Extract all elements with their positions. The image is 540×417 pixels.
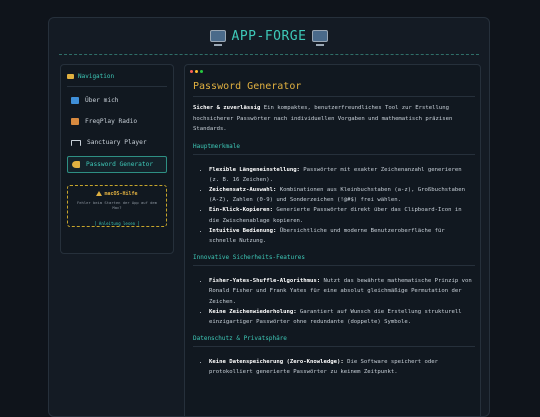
sidebar-item-sanctuary-player[interactable]: Sanctuary Player [67,135,167,150]
key-icon [72,161,80,168]
list-item: Intuitive Bedienung: Übersichtliche und … [209,226,475,246]
minimize-dot[interactable] [195,70,198,73]
sidebar-item-freqplay-radio[interactable]: FreqPlay Radio [67,114,167,129]
info-icon [71,97,79,104]
list-item-term: Flexible Längeneinstellung: [209,166,300,173]
sidebar-item-label: Sanctuary Player [87,139,147,146]
help-text: Fehler beim Starten der App auf dem Mac? [76,200,157,210]
monitor-icon [209,30,226,46]
intro-paragraph: Sicher & zuverlässig Ein kompaktes, benu… [193,103,475,135]
sidebar-heading-label: Navigation [78,73,115,80]
app-title: APP-FORGE [231,28,307,44]
divider [193,96,475,97]
app-header: APP-FORGE [59,18,479,55]
help-title: macOS-Hilfe [73,191,161,197]
sidebar-item-ueber-mich[interactable]: Über mich [67,93,167,108]
list-item: Fisher-Yates-Shuffle-Algorithmus: Nutzt … [209,276,475,307]
section-heading-privacy: Datenschutz & Privatsphäre [193,335,475,348]
feature-list-security: Fisher-Yates-Shuffle-Algorithmus: Nutzt … [193,276,475,327]
window-controls [190,70,203,73]
content-panel: Password Generator Sicher & zuverlässig … [184,64,481,416]
monitor-icon [312,30,329,46]
list-item-term: Ein-Klick-Kopieren: [209,207,273,214]
list-item: Ein-Klick-Kopieren: Generierte Passwörte… [209,205,475,225]
sidebar-item-password-generator[interactable]: Password Generator [67,156,167,173]
help-title-text: macOS-Hilfe [104,191,138,197]
section-heading-security: Innovative Sicherheits-Features [193,254,475,267]
list-item: Zeichensatz-Auswahl: Kombinationen aus K… [209,185,475,205]
app-window: APP-FORGE Navigation Über mich FreqPlay … [48,17,490,417]
list-item-term: Keine Zeichenwiederholung: [209,308,297,315]
maximize-dot[interactable] [200,70,203,73]
radio-icon [71,118,79,125]
list-item-term: Fisher-Yates-Shuffle-Algorithmus: [209,278,321,285]
list-item: Keine Datenspeicherung (Zero-Knowledge):… [209,357,475,377]
sidebar-item-label: Password Generator [86,161,154,168]
macos-help-box: macOS-Hilfe Fehler beim Starten der App … [67,185,167,227]
feature-list-privacy: Keine Datenspeicherung (Zero-Knowledge):… [193,357,475,377]
list-item-term: Intuitive Bedienung: [209,227,277,234]
folder-icon [67,74,74,79]
feature-list-main: Flexible Längeneinstellung: Passwörter m… [193,165,475,247]
close-dot[interactable] [190,70,193,73]
page-title: Password Generator [193,81,302,92]
sidebar-item-label: Über mich [85,97,119,104]
section-heading-main: Hauptmerkmale [193,143,475,155]
list-item-term: Keine Datenspeicherung (Zero-Knowledge): [209,359,344,366]
list-item-term: Zeichensatz-Auswahl: [209,186,277,193]
help-link[interactable]: [ Anleitung lesen ] [94,221,140,226]
document: Password Generator Sicher & zuverlässig … [193,81,475,386]
intro-lead: Sicher & zuverlässig [193,105,261,111]
headphones-icon [71,139,81,146]
list-item: Keine Zeichenwiederholung: Garantiert au… [209,307,475,327]
sidebar: Navigation Über mich FreqPlay Radio Sanc… [60,64,174,254]
sidebar-item-label: FreqPlay Radio [85,118,138,125]
warning-icon [96,191,103,196]
list-item: Flexible Längeneinstellung: Passwörter m… [209,165,475,185]
sidebar-heading: Navigation [67,71,167,87]
